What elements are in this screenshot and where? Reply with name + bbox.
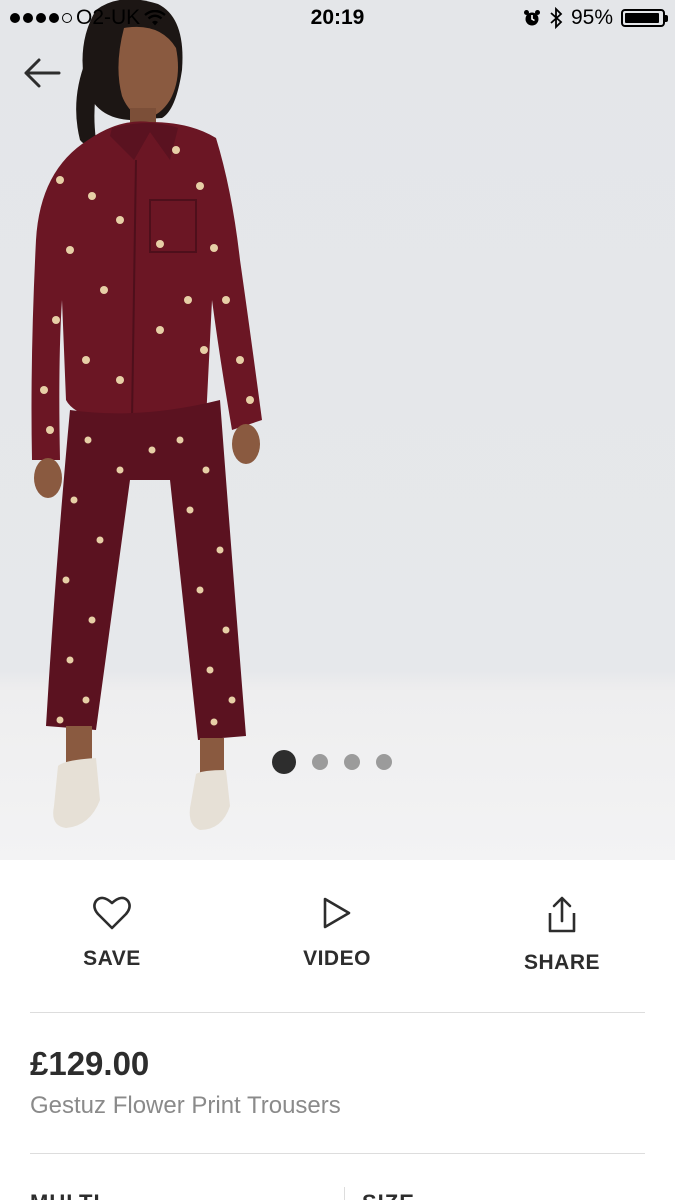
video-label: VIDEO: [303, 947, 371, 970]
share-label: SHARE: [523, 951, 600, 974]
save-button[interactable]: SAVE: [22, 895, 202, 971]
carousel-dot[interactable]: [272, 750, 296, 774]
battery-icon: [621, 9, 668, 27]
carousel-dot[interactable]: [376, 754, 392, 770]
save-label: SAVE: [83, 947, 141, 970]
alarm-icon: [523, 10, 540, 26]
product-name: Gestuz Flower Print Trousers: [30, 1092, 341, 1119]
model-photo: [31, 0, 262, 830]
selector-divider: [344, 1187, 345, 1200]
size-selector[interactable]: SIZE: [362, 1190, 415, 1200]
battery-percent: 95%: [570, 6, 613, 29]
video-button[interactable]: VIDEO: [247, 895, 427, 971]
play-icon: [323, 897, 351, 929]
image-carousel-pager[interactable]: [272, 750, 392, 774]
share-icon: [548, 896, 576, 933]
share-button[interactable]: SHARE: [472, 895, 652, 975]
product-image[interactable]: O2-UK 20:19 95%: [0, 0, 675, 860]
colour-selector[interactable]: MULTI: [30, 1190, 101, 1200]
product-page: O2-UK 20:19 95% SAVE VIDEO SHARE £129.00…: [0, 0, 675, 1200]
carousel-dot[interactable]: [312, 754, 328, 770]
bluetooth-icon: [550, 7, 563, 29]
back-button[interactable]: [22, 56, 66, 92]
divider: [30, 1012, 645, 1013]
status-indicators: 95%: [523, 6, 668, 30]
carousel-dot[interactable]: [344, 754, 360, 770]
status-bar: O2-UK 20:19 95%: [0, 0, 675, 38]
action-bar: SAVE VIDEO SHARE: [0, 860, 675, 1012]
battery-fill: [625, 13, 660, 23]
selector-row: MULTI SIZE: [0, 1154, 675, 1200]
arrow-left-icon: [24, 58, 61, 88]
heart-icon: [93, 896, 131, 930]
product-price: £129.00: [30, 1045, 150, 1082]
